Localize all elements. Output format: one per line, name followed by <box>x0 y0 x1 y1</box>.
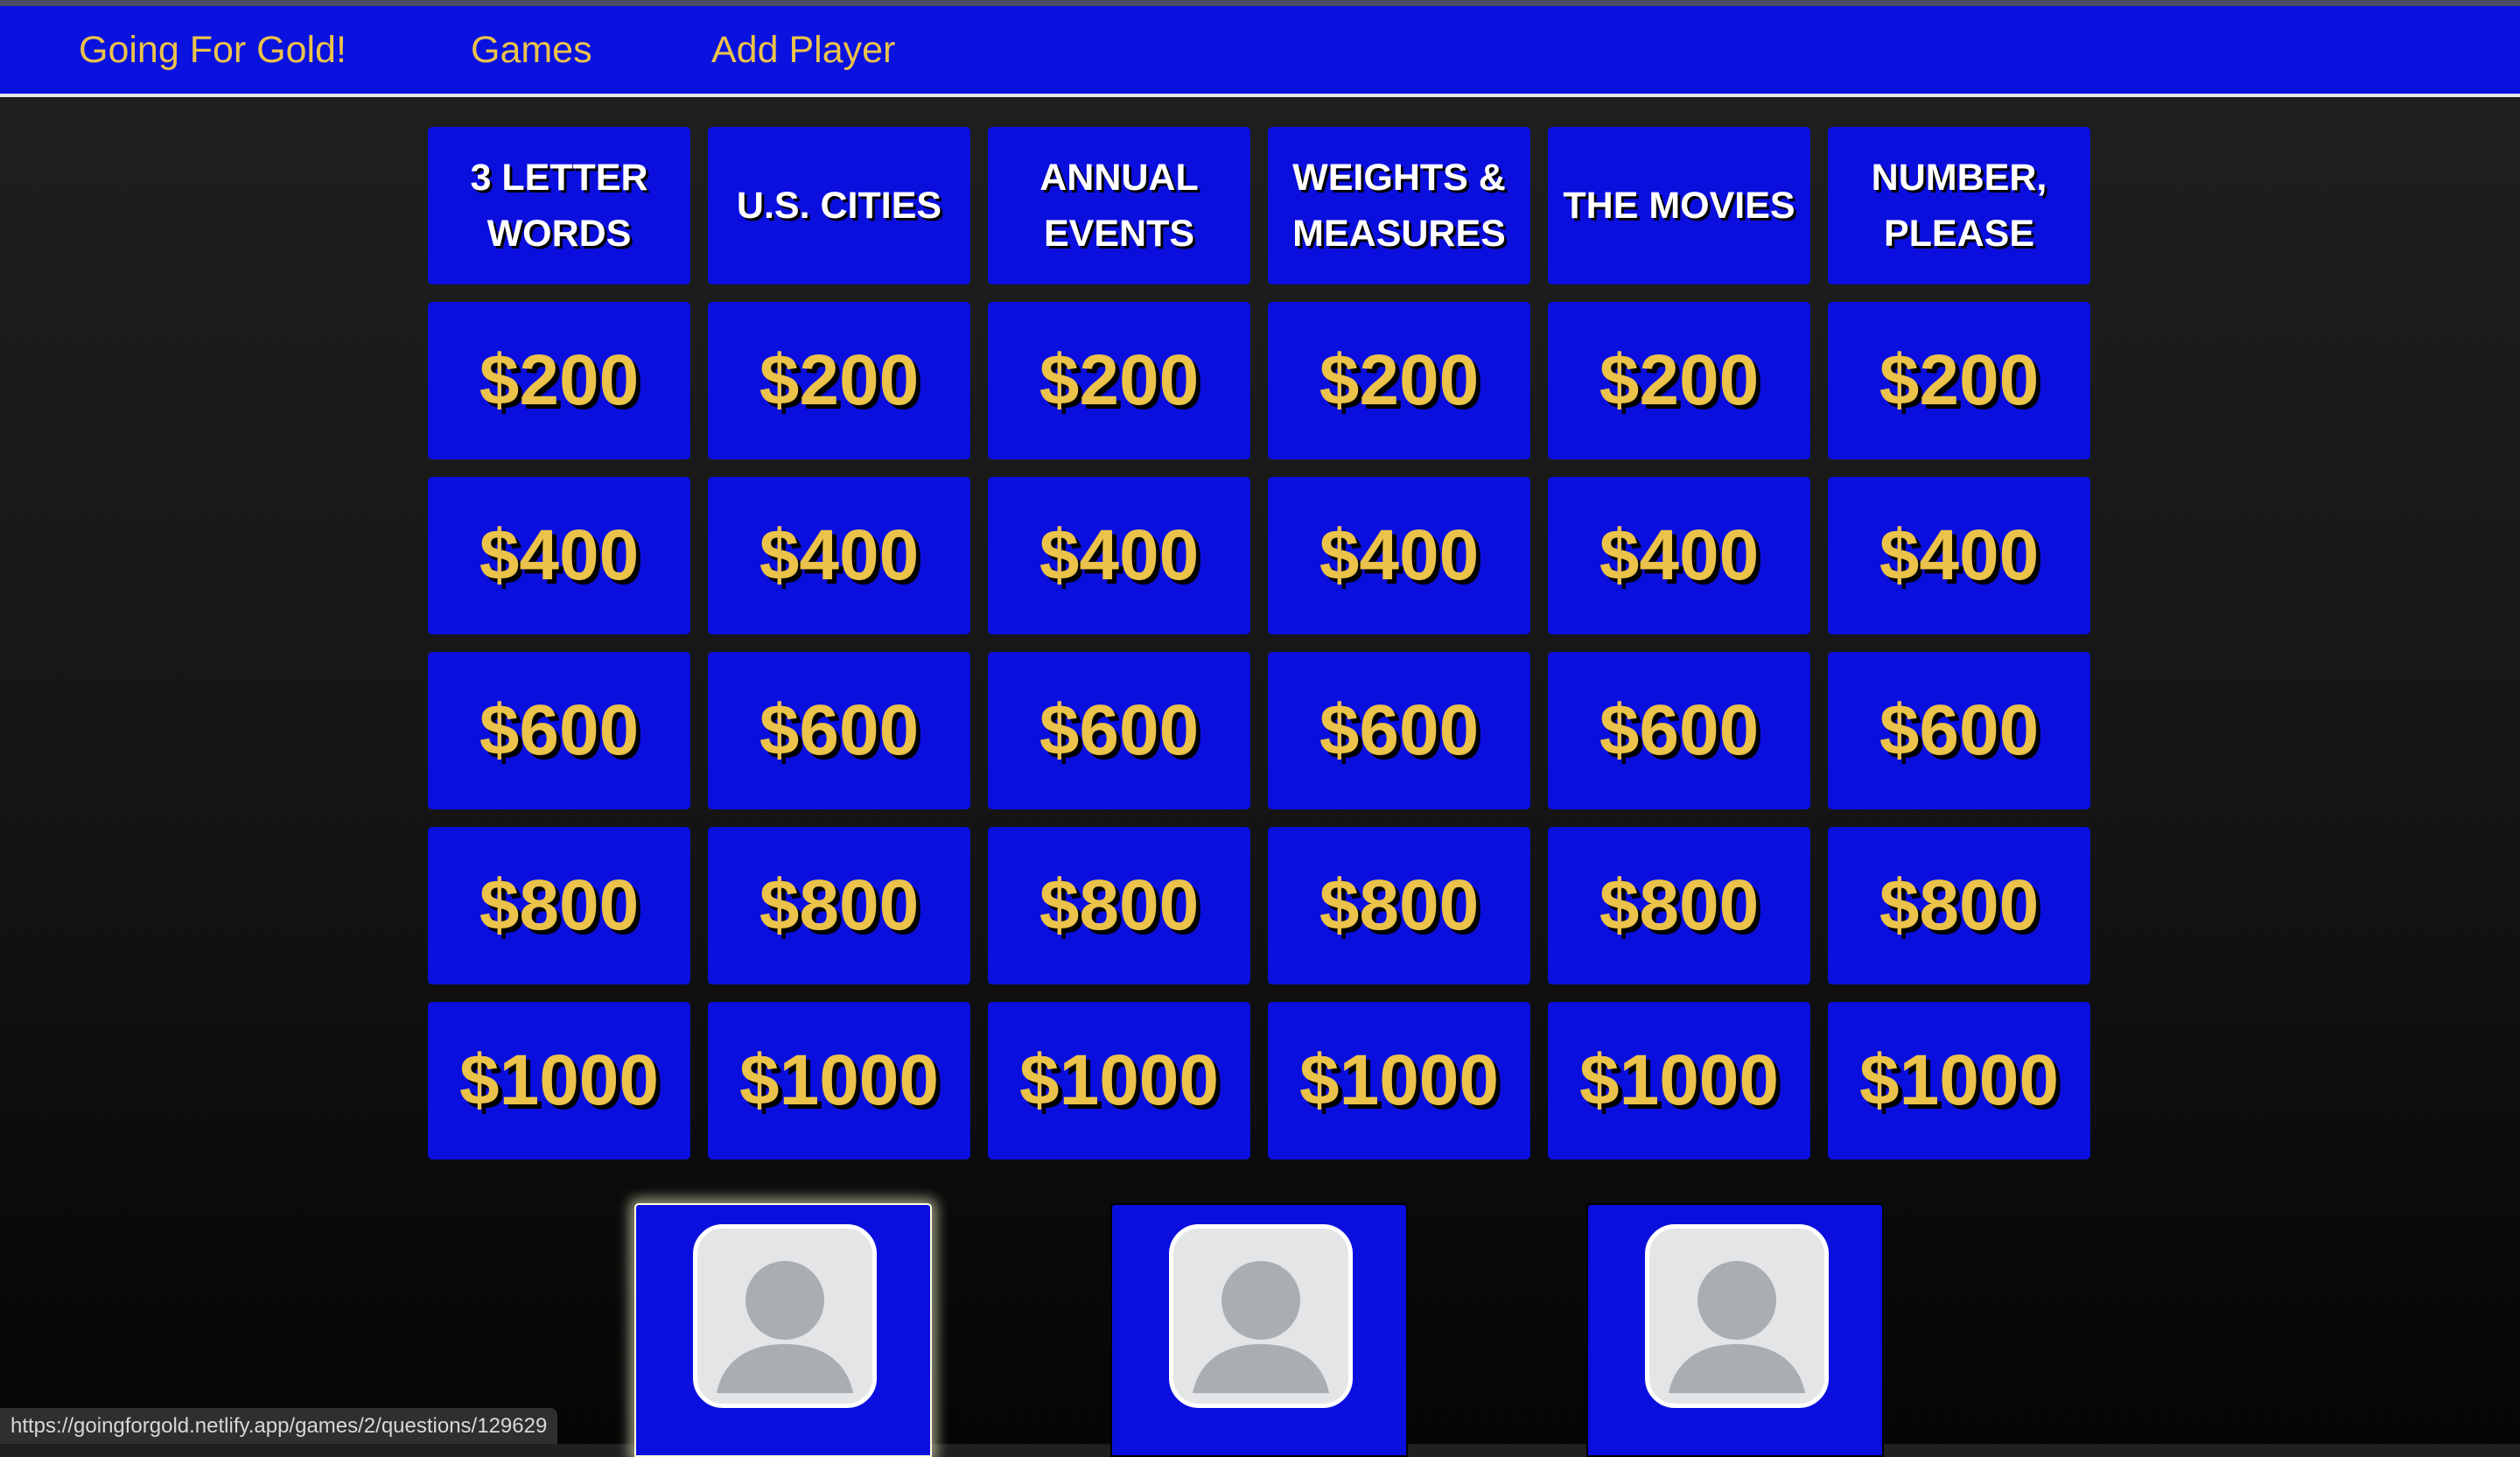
question-tile[interactable]: $1000 <box>428 1002 690 1159</box>
question-tile[interactable]: $1000 <box>1828 1002 2090 1159</box>
navbar: Going For Gold! Games Add Player <box>0 6 2520 97</box>
question-tile[interactable]: $600 <box>708 652 970 809</box>
question-tile[interactable]: $400 <box>1268 477 1530 634</box>
question-tile[interactable]: $400 <box>708 477 970 634</box>
question-tile[interactable]: $600 <box>1268 652 1530 809</box>
category-header: THE MOVIES <box>1548 127 1810 284</box>
question-tile[interactable]: $200 <box>428 302 690 459</box>
category-header: NUMBER, PLEASE <box>1828 127 2090 284</box>
user-placeholder-icon <box>1169 1224 1353 1408</box>
question-tile[interactable]: $600 <box>988 652 1250 809</box>
question-tile[interactable]: $600 <box>428 652 690 809</box>
player-card[interactable] <box>1586 1203 1884 1457</box>
user-silhouette-icon <box>1669 1261 1805 1393</box>
question-tile[interactable]: $1000 <box>988 1002 1250 1159</box>
nav-brand-link[interactable]: Going For Gold! <box>79 6 346 94</box>
question-tile[interactable]: $200 <box>1548 302 1810 459</box>
question-tile[interactable]: $400 <box>1548 477 1810 634</box>
category-header: U.S. CITIES <box>708 127 970 284</box>
question-tile[interactable]: $400 <box>1828 477 2090 634</box>
question-tile[interactable]: $800 <box>428 827 690 984</box>
game-board: 3 LETTER WORDS U.S. CITIES ANNUAL EVENTS… <box>428 127 2090 1159</box>
question-tile[interactable]: $600 <box>1828 652 2090 809</box>
question-tile[interactable]: $400 <box>428 477 690 634</box>
question-tile[interactable]: $200 <box>708 302 970 459</box>
category-header: ANNUAL EVENTS <box>988 127 1250 284</box>
user-silhouette-icon <box>1193 1261 1329 1393</box>
window-top-edge <box>0 0 2520 6</box>
question-tile[interactable]: $600 <box>1548 652 1810 809</box>
question-tile[interactable]: $800 <box>1828 827 2090 984</box>
question-tile[interactable]: $800 <box>708 827 970 984</box>
question-tile[interactable]: $1000 <box>1548 1002 1810 1159</box>
question-tile[interactable]: $800 <box>988 827 1250 984</box>
question-tile[interactable]: $200 <box>988 302 1250 459</box>
player-card[interactable] <box>634 1203 932 1457</box>
user-silhouette-icon <box>717 1261 853 1393</box>
nav-games-link[interactable]: Games <box>471 6 592 94</box>
question-tile[interactable]: $800 <box>1268 827 1530 984</box>
nav-add-player-link[interactable]: Add Player <box>711 6 895 94</box>
user-placeholder-icon <box>1645 1224 1829 1408</box>
question-tile[interactable]: $200 <box>1828 302 2090 459</box>
player-card[interactable] <box>1110 1203 1408 1457</box>
question-tile[interactable]: $800 <box>1548 827 1810 984</box>
link-status-tooltip: https://goingforgold.netlify.app/games/2… <box>0 1408 558 1444</box>
question-tile[interactable]: $400 <box>988 477 1250 634</box>
category-header: 3 LETTER WORDS <box>428 127 690 284</box>
question-tile[interactable]: $1000 <box>1268 1002 1530 1159</box>
category-header: WEIGHTS & MEASURES <box>1268 127 1530 284</box>
question-tile[interactable]: $200 <box>1268 302 1530 459</box>
user-placeholder-icon <box>693 1224 877 1408</box>
question-tile[interactable]: $1000 <box>708 1002 970 1159</box>
